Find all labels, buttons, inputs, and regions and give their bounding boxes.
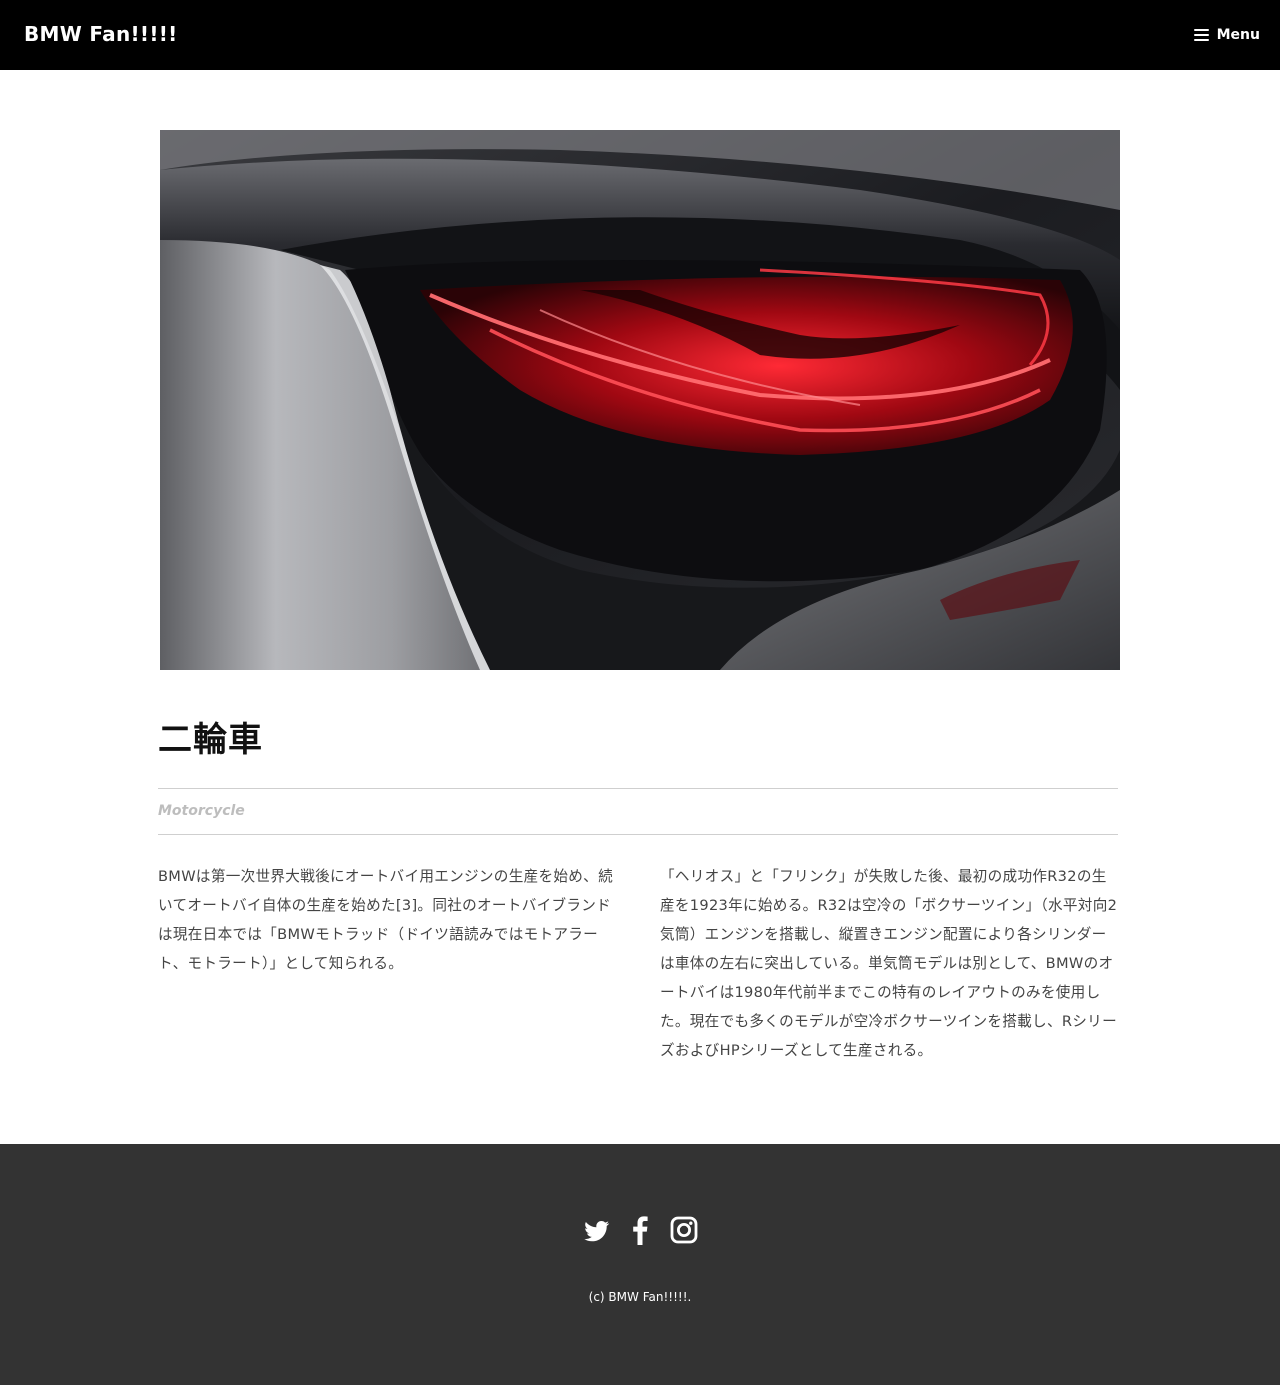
divider-bottom — [158, 834, 1118, 835]
facebook-icon[interactable] — [626, 1213, 654, 1247]
copyright-text: (c) BMW Fan!!!!!. — [588, 1290, 692, 1304]
site-title[interactable]: BMW Fan!!!!! — [24, 22, 178, 46]
menu-label: Menu — [1216, 27, 1260, 43]
divider-top — [158, 788, 1118, 789]
hero-image — [160, 130, 1120, 670]
page-title: 二輪車 — [158, 720, 263, 760]
category-link[interactable]: Motorcycle — [158, 803, 245, 819]
hamburger-icon — [1193, 29, 1209, 42]
twitter-icon[interactable] — [582, 1213, 610, 1247]
site-footer — [0, 1144, 1280, 1385]
menu-button[interactable]: Menu — [1193, 24, 1260, 46]
car-taillight-photo — [160, 130, 1120, 670]
paragraph-left: BMWは第一次世界大戦後にオートバイ用エンジンの生産を始め、続いてオートバイ自体… — [158, 868, 613, 972]
paragraph-right: 「ヘリオス」と「フリンク」が失敗した後、最初の成功作R32の生産を1923年に始… — [660, 868, 1118, 1059]
instagram-icon[interactable] — [670, 1213, 698, 1247]
site-header: BMW Fan!!!!! Menu — [0, 0, 1280, 70]
social-links — [0, 1213, 1280, 1247]
